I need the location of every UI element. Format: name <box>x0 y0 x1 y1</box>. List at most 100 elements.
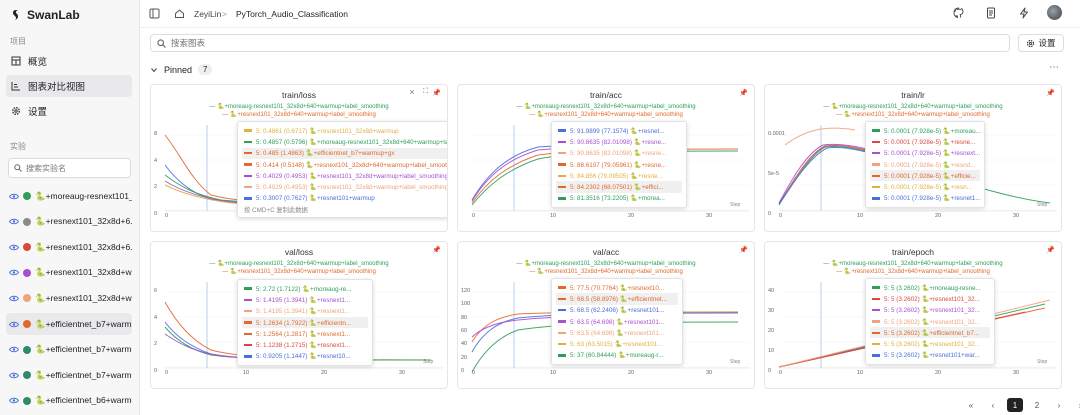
visibility-eye-icon[interactable] <box>9 193 19 200</box>
fullscreen-icon[interactable]: ⛶ <box>423 88 428 96</box>
pinned-group-header[interactable]: Pinned 7 <box>150 64 213 75</box>
visibility-eye-icon[interactable] <box>9 346 19 353</box>
chart-panel[interactable]: val/acc — 🐍+moreaug-resnext101_32x8d+640+… <box>457 241 755 389</box>
experiment-item[interactable]: 🐍+resnext101_32x8d+6... <box>6 211 132 233</box>
experiment-color-dot[interactable] <box>23 320 31 328</box>
tooltip-value: 5: 91.9899 (77.1574) 🐍+resnet... <box>570 127 665 135</box>
visibility-eye-icon[interactable] <box>9 372 19 379</box>
nav-overview[interactable]: 概览 <box>6 50 132 72</box>
series-swatch <box>244 140 252 144</box>
visibility-eye-icon[interactable] <box>9 218 19 225</box>
pin-icon[interactable]: 📌 <box>739 246 748 254</box>
docs-icon[interactable] <box>985 7 997 19</box>
breadcrumb-separator: > <box>222 9 227 19</box>
chart-panel[interactable]: train/epoch — 🐍+moreaug-resnext101_32x8d+… <box>764 241 1062 389</box>
chart-panel[interactable]: train/lr — 🐍+moreaug-resnext101_32x8d+640… <box>764 84 1062 232</box>
pin-icon[interactable]: 📌 <box>1046 89 1055 97</box>
chart-title: train/acc <box>589 90 623 100</box>
sidebar-toggle-icon[interactable] <box>149 8 160 19</box>
chart-search[interactable] <box>150 34 1010 52</box>
experiment-item[interactable]: 🐍+resnext101_32x8d+w... <box>6 287 132 309</box>
page-1-button[interactable]: 1 <box>1007 398 1023 412</box>
experiment-item[interactable]: 🐍+efficientnet_b7+warmup <box>6 339 132 361</box>
nav-chart-compare[interactable]: 图表对比视图 <box>6 75 132 97</box>
experiment-item[interactable]: 🐍+efficientnet_b7+warmu... <box>6 364 132 386</box>
x-tick-label: 30 <box>1013 370 1020 376</box>
experiment-color-dot[interactable] <box>23 396 31 405</box>
y-tick-label: 30 <box>768 308 775 314</box>
chart-panel[interactable]: train/acc — 🐍+moreaug-resnext101_32x8d+64… <box>457 84 755 232</box>
experiment-label: 🐍+resnext101_32x8d+6... <box>35 216 132 227</box>
chart-panel[interactable]: val/loss — 🐍+moreaug-resnext101_32x8d+640… <box>150 241 448 389</box>
app-logo[interactable]: SwanLab <box>10 8 80 22</box>
settings-button[interactable]: 设置 <box>1018 34 1064 52</box>
experiment-color-dot[interactable] <box>23 268 31 277</box>
tooltip-value: 5: 0.4029 (0.4953) 🐍+resnext101_32x8d+wa… <box>256 172 448 180</box>
pin-icon[interactable]: 📌 <box>432 89 441 97</box>
tooltip-value: 5: 37 (60.84444) 🐍+moreaug-r... <box>570 352 664 360</box>
first-page-button[interactable]: « <box>963 398 979 412</box>
tooltip-row: 5: 5 (3.2602) 🐍+efficientnet_b7... <box>870 327 990 339</box>
x-tick-label: 30 <box>1013 213 1020 219</box>
experiment-search-input[interactable] <box>26 163 121 173</box>
hide-legend-icon[interactable]: ⨯ <box>409 88 415 96</box>
series-swatch <box>558 163 566 166</box>
page-2-button[interactable]: 2 <box>1029 398 1045 412</box>
tooltip-value: 5: 84.856 (79.09505) 🐍+resne... <box>570 172 663 180</box>
chart-search-input[interactable] <box>171 38 471 48</box>
experiment-color-dot[interactable] <box>23 243 31 252</box>
tooltip-row: 5: 63.5 (64.698) 🐍+resnext101... <box>556 327 678 338</box>
experiment-color-dot[interactable] <box>23 371 31 380</box>
lightning-icon[interactable] <box>1018 7 1030 19</box>
pin-icon[interactable]: 📌 <box>739 89 748 97</box>
experiment-item[interactable]: 🐍+resnext101_32x8d+w... <box>6 262 132 284</box>
chart-legend-item: — 🐍+resnext101_32x8d+640+warmup+label_sm… <box>836 112 990 118</box>
more-options-icon[interactable]: ⋯ <box>1049 62 1059 73</box>
breadcrumb-project[interactable]: PyTorch_Audio_Classification <box>236 9 348 19</box>
series-swatch <box>558 308 566 312</box>
home-icon[interactable] <box>174 8 185 19</box>
user-avatar[interactable] <box>1047 5 1062 20</box>
x-tick-label: 0 <box>779 213 783 219</box>
y-tick-label: 40 <box>768 288 775 294</box>
tooltip-row: 5: 0.414 (0.5148) 🐍+resnext101_32x8d+640… <box>242 159 448 170</box>
visibility-eye-icon[interactable] <box>9 269 19 276</box>
series-swatch <box>872 174 880 178</box>
y-tick-label: 6 <box>154 288 158 294</box>
x-tick-label: 10 <box>550 370 557 376</box>
experiment-color-dot[interactable] <box>23 345 31 354</box>
last-page-button[interactable]: » <box>1073 398 1080 412</box>
x-tick-label: 10 <box>243 370 250 376</box>
visibility-eye-icon[interactable] <box>9 397 19 404</box>
experiment-color-dot[interactable] <box>23 192 31 200</box>
tooltip-row: 5: 68.5 (58.8976) 🐍+efficientnet... <box>556 293 678 305</box>
experiment-search[interactable] <box>8 158 131 178</box>
experiment-item[interactable]: 🐍+efficientnet_b7+warm... <box>6 313 132 335</box>
tooltip-value: 5: 0.414 (0.5148) 🐍+resnext101_32x8d+640… <box>256 161 448 169</box>
nav-settings[interactable]: 设置 <box>6 100 132 122</box>
experiment-item[interactable]: 🐍+resnext101_32x8d+6... <box>6 236 132 258</box>
tooltip-value: 5: 0.0001 (7.928e-5) 🐍+resne... <box>884 138 976 146</box>
series-swatch <box>872 163 880 166</box>
visibility-eye-icon[interactable] <box>9 295 19 302</box>
chart-panel[interactable]: train/loss — 🐍+moreaug-resnext101_32x8d+6… <box>150 84 448 232</box>
prev-page-button[interactable]: ‹ <box>985 398 1001 412</box>
experiment-item[interactable]: 🐍+moreaug-resnext101_... <box>6 185 132 207</box>
pin-icon[interactable]: 📌 <box>1046 246 1055 254</box>
pagination: « ‹ 1 2 › » <box>963 398 1080 412</box>
visibility-eye-icon[interactable] <box>9 244 19 251</box>
pin-icon[interactable]: 📌 <box>432 246 441 254</box>
experiment-item[interactable]: 🐍+efficientnet_b6+warmup <box>6 390 132 412</box>
breadcrumb-user[interactable]: ZeyiLin <box>194 9 221 19</box>
chart-title: train/lr <box>901 90 925 100</box>
chart-tooltip: 5: 0.0001 (7.928e-5) 🐍+moreau... 5: 0.000… <box>865 121 985 209</box>
tooltip-row: 5: 5 (3.2602) 🐍+resnet101+war... <box>870 350 990 361</box>
github-icon[interactable] <box>953 7 965 19</box>
experiment-color-dot[interactable] <box>23 294 31 303</box>
y-tick-label: 0 <box>154 368 158 374</box>
x-axis-label: Step <box>730 202 741 208</box>
visibility-eye-icon[interactable] <box>9 321 19 328</box>
experiment-color-dot[interactable] <box>23 217 31 226</box>
next-page-button[interactable]: › <box>1051 398 1067 412</box>
tooltip-value: 5: 5 (3.2602) 🐍+efficientnet_b7... <box>884 329 980 337</box>
